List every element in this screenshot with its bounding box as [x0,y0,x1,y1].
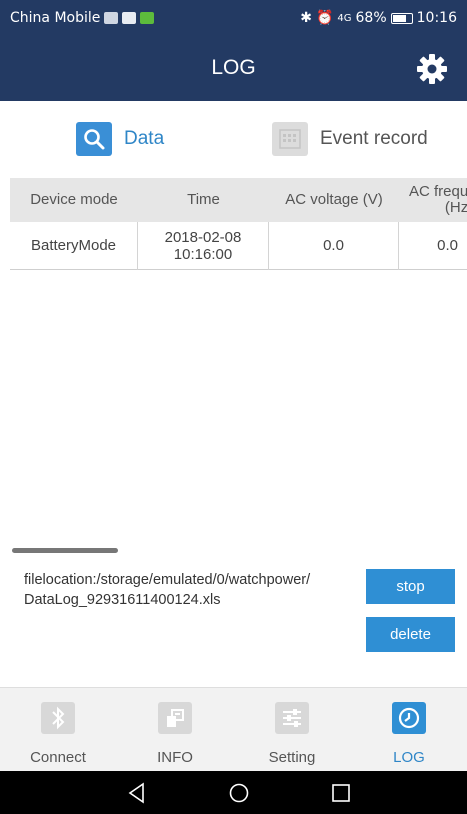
notification-icon [104,12,119,24]
home-icon[interactable] [226,780,252,806]
gear-icon[interactable] [415,52,449,86]
nav-item-connect[interactable]: Connect [0,688,116,772]
clock-time: 10:16 [416,10,457,26]
table-cell: 2018-02-08 10:16:00 [138,222,269,270]
table-row[interactable]: BatteryMode 2018-02-08 10:16:00 0.0 0.0 [10,222,467,270]
tab-event-record[interactable]: Event record [272,114,428,164]
status-bar: China Mobile ✱ ⏰ 4G 68% 10:16 [0,0,467,38]
tab-event-record-label: Event record [320,128,428,149]
nav-label: Setting [268,749,316,766]
app-notification-icon [140,12,155,24]
settings-sliders-icon [275,702,309,734]
table-header: Device mode Time AC voltage (V) AC frequ… [10,178,467,222]
status-left: China Mobile [10,10,155,26]
bottom-navigation: Connect INFO Setting LOG [0,687,467,771]
table-cell: 0.0 [269,222,399,270]
horizontal-scrollbar[interactable] [12,548,118,553]
delete-button[interactable]: delete [366,617,455,652]
keypad-icon [272,122,308,156]
tab-data[interactable]: Data [76,114,164,164]
back-icon[interactable] [124,780,150,806]
alarm-icon: ⏰ [315,10,334,26]
column-header: AC voltage (V) [285,190,383,208]
info-icon [158,702,192,734]
bluetooth-status-icon: ✱ [300,10,312,26]
tab-data-label: Data [124,128,165,149]
nav-label: Connect [30,749,86,766]
signal-icon: 4G [337,12,352,24]
status-right: ✱ ⏰ 4G 68% 10:16 [300,10,457,26]
mail-icon [122,12,137,24]
nav-label: LOG [393,749,425,766]
carrier-name: China Mobile [10,10,101,26]
nav-label: INFO [157,749,193,766]
nav-item-info[interactable]: INFO [117,688,233,772]
battery-icon [390,12,413,24]
bluetooth-icon [41,702,75,734]
page-title: LOG [211,56,256,79]
clock-icon [392,702,426,734]
nav-item-setting[interactable]: Setting [234,688,350,772]
recent-apps-icon[interactable] [328,780,354,806]
column-header: Device mode [30,190,118,208]
table-cell: 0.0 [437,237,458,255]
table-cell: BatteryMode [10,222,138,270]
column-header: Time [187,190,220,208]
app-header: LOG [0,38,467,101]
battery-percent: 68% [355,10,387,26]
search-icon [76,122,112,156]
column-header: AC frequ (Hz [409,182,467,216]
system-navigation-bar [0,771,467,814]
file-location-text: filelocation:/storage/emulated/0/watchpo… [24,572,311,608]
stop-button[interactable]: stop [366,569,455,604]
nav-item-log[interactable]: LOG [351,688,467,772]
